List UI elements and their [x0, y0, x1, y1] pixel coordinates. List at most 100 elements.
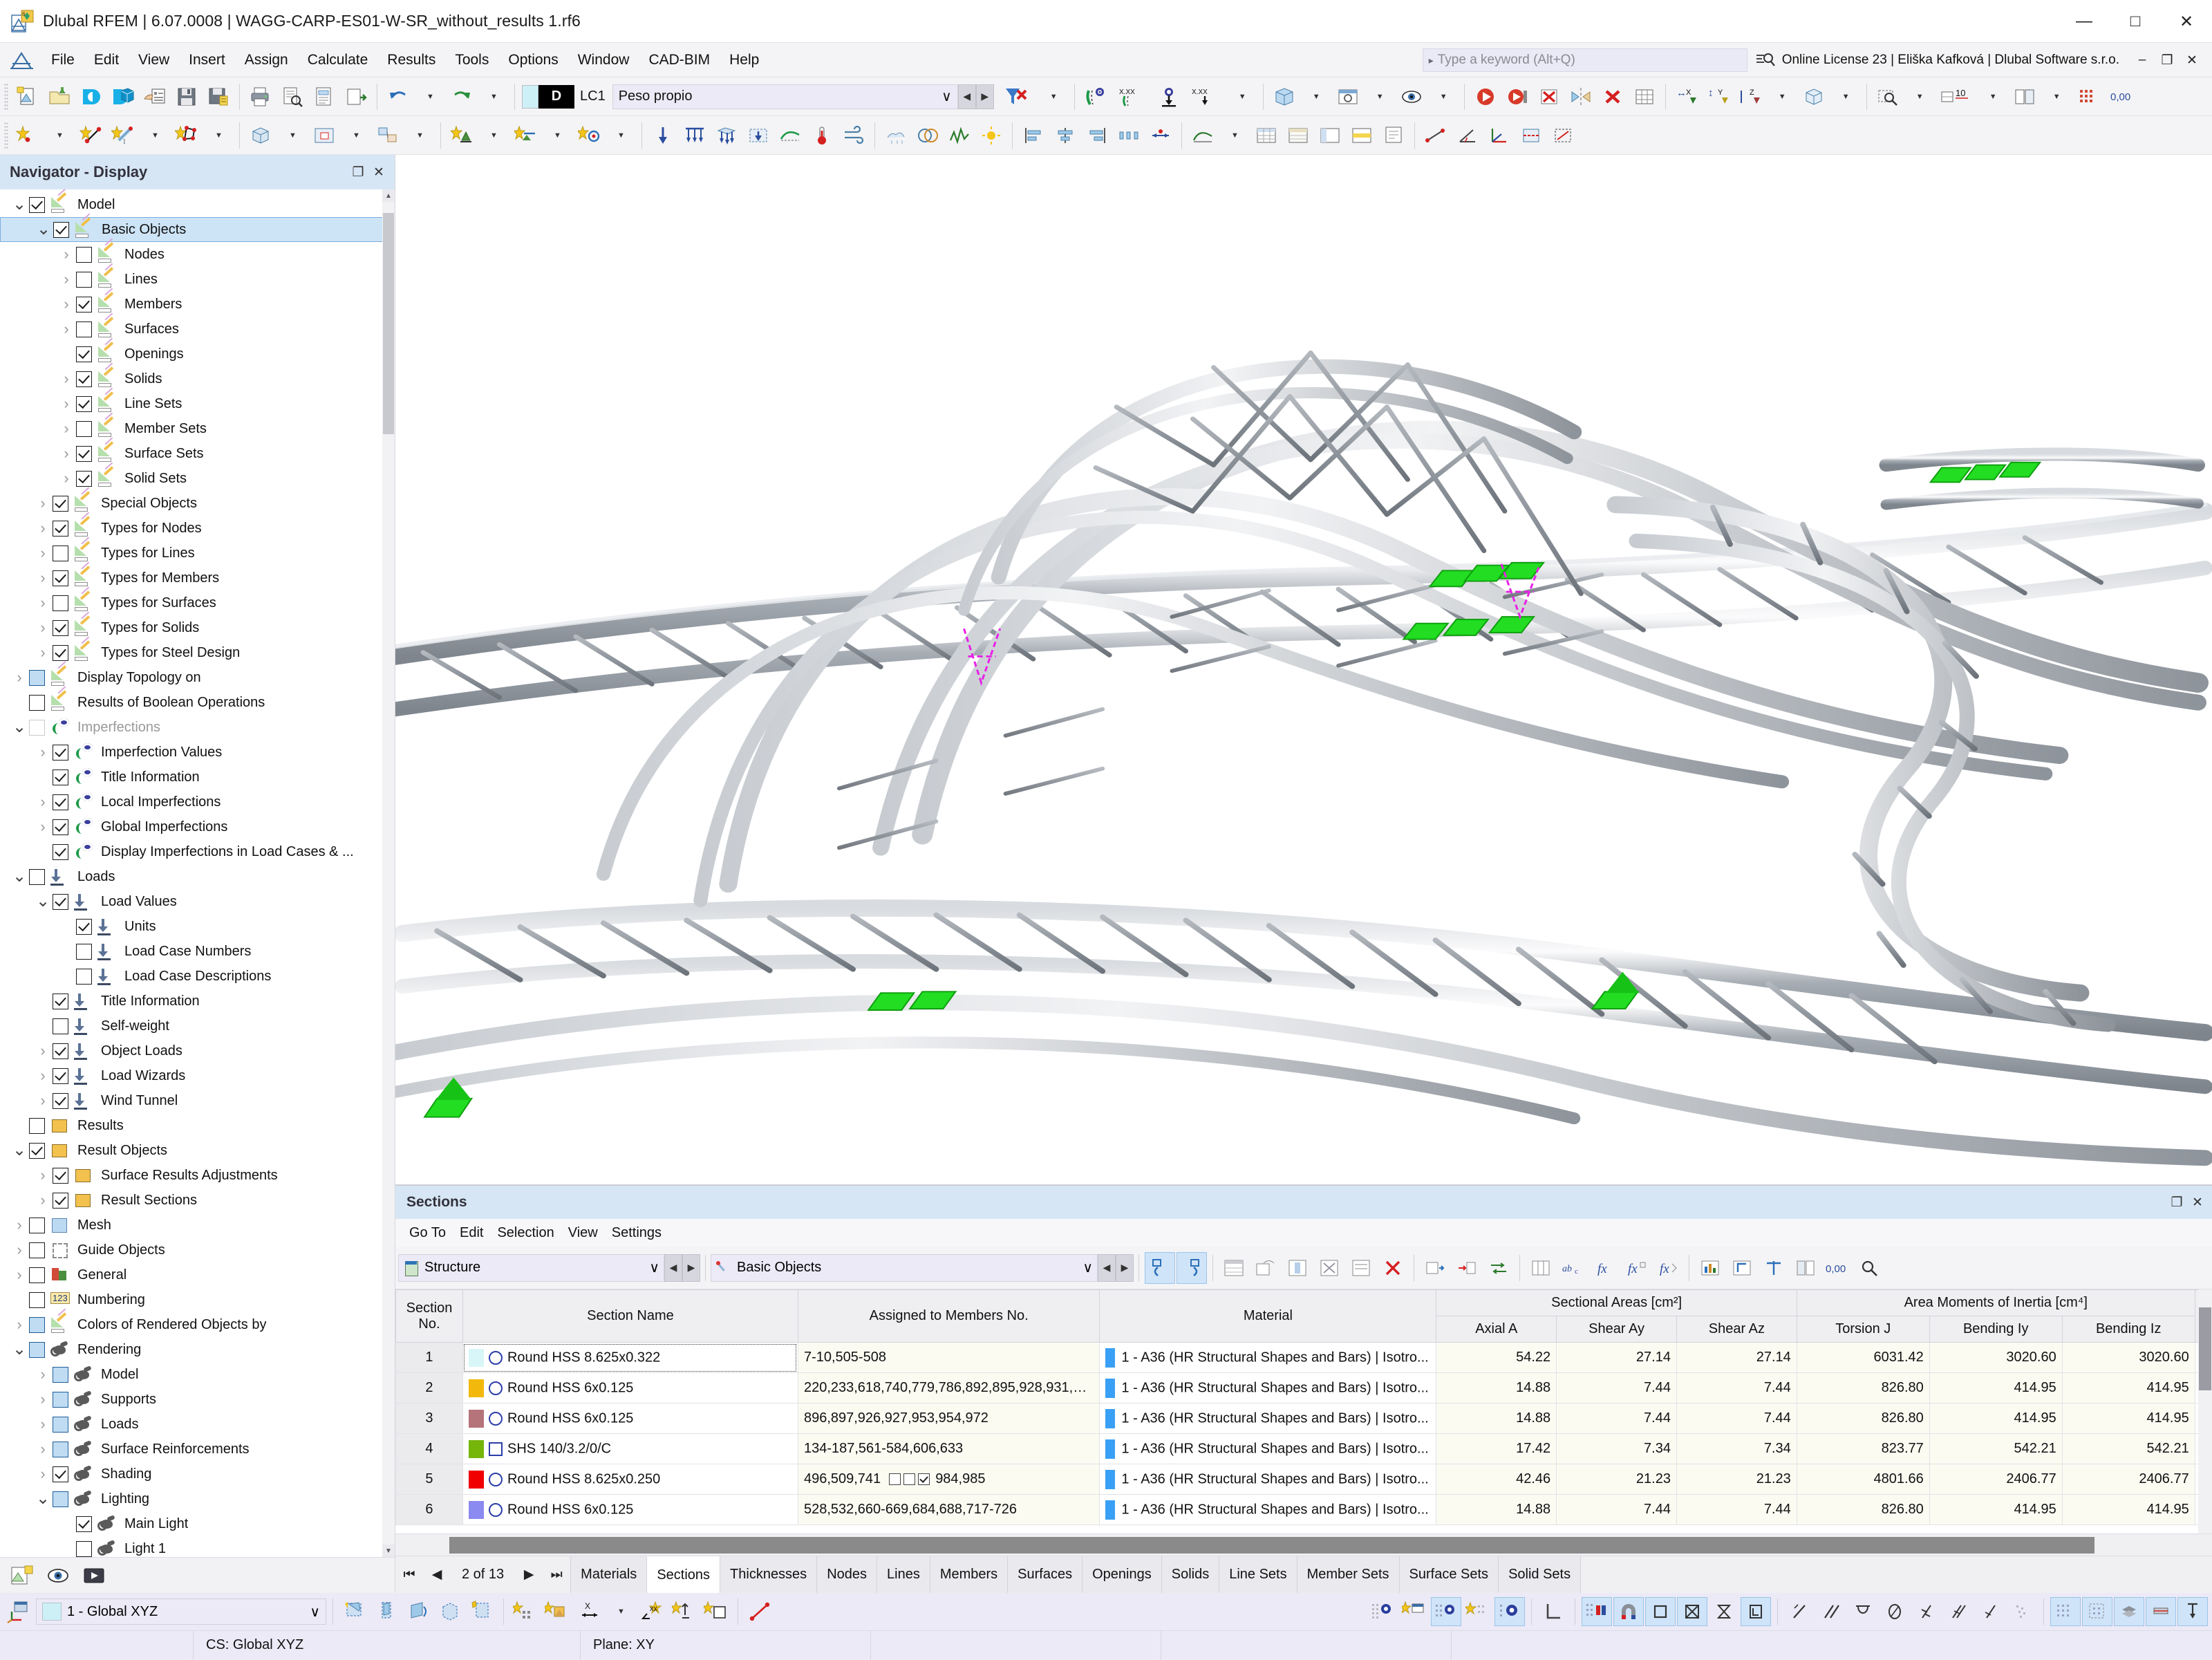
cell-shear-ay[interactable]: 7.44 — [1556, 1403, 1677, 1434]
tree-item-display-imperfections-in-load-cases[interactable]: Display Imperfections in Load Cases & ..… — [0, 839, 395, 864]
table-results-button[interactable] — [1251, 120, 1282, 151]
header-section-name[interactable]: Section Name — [462, 1289, 798, 1343]
tree-item-checkbox[interactable] — [53, 619, 68, 636]
tree-item-basic-objects[interactable]: ⌄ Basic Objects — [0, 217, 395, 242]
tree-item-result-sections[interactable]: › Result Sections — [0, 1188, 395, 1213]
dynamic-analysis-button[interactable] — [944, 120, 975, 151]
cell-torsion-j[interactable]: 826.80 — [1796, 1372, 1930, 1403]
decimal-places-button[interactable]: 0,00 — [2105, 81, 2145, 113]
cell-bending-iz[interactable]: 414.95 — [2061, 1403, 2195, 1434]
tree-item-shading[interactable]: › Shading — [0, 1462, 395, 1486]
tree-item-checkbox[interactable] — [53, 819, 68, 835]
direction-snap-button[interactable] — [744, 1597, 775, 1626]
snap-object-center-button[interactable] — [1494, 1597, 1525, 1626]
chevron-right-icon[interactable]: › — [33, 1415, 53, 1433]
cell-material[interactable]: 1 - A36 (HR Structural Shapes and Bars) … — [1099, 1403, 1437, 1434]
tab-member-sets[interactable]: Member Sets — [1296, 1556, 1399, 1593]
table-row[interactable]: 6 Round HSS 6x0.125 528,532,660-669,684,68… — [395, 1494, 2212, 1525]
table-results-2-button[interactable] — [1283, 120, 1313, 151]
visibility-dropdown[interactable]: ▼ — [1428, 81, 1459, 113]
new-solid-dropdown[interactable]: ▼ — [277, 120, 308, 151]
work-plane-custom-button[interactable] — [467, 1597, 497, 1626]
tree-item-checkbox[interactable] — [76, 445, 92, 462]
table-insert-row-button[interactable] — [1282, 1252, 1313, 1284]
close-button[interactable]: ✕ — [2161, 0, 2212, 43]
tree-item-checkbox[interactable] — [29, 1267, 45, 1283]
tree-item-checkbox[interactable] — [76, 943, 92, 960]
chevron-right-icon[interactable]: › — [10, 669, 29, 687]
structure-prev-button[interactable]: ◀ — [664, 1253, 682, 1282]
navigator-views-tab[interactable] — [79, 1562, 109, 1589]
cell-axial-a[interactable]: 14.88 — [1436, 1494, 1557, 1525]
circle-guide-button[interactable] — [1880, 1597, 1910, 1626]
cell-axial-a[interactable]: 17.42 — [1436, 1433, 1557, 1464]
coordinate-system-button[interactable] — [1484, 120, 1515, 151]
value-label-button-1[interactable]: X.XX — [1112, 81, 1152, 113]
chevron-right-icon[interactable]: › — [33, 818, 53, 836]
sections-menu-goto[interactable]: Go To — [402, 1223, 453, 1243]
tree-item-members[interactable]: › Members — [0, 292, 395, 317]
tree-item-load-values[interactable]: ⌄ Load Values — [0, 889, 395, 914]
tab-members[interactable]: Members — [929, 1556, 1008, 1593]
new-line-support-button[interactable] — [510, 120, 541, 151]
header-bending-iz[interactable]: Bending Iz — [2061, 1316, 2195, 1343]
tree-item-checkbox[interactable] — [29, 868, 45, 885]
load-case-prev-button[interactable]: ◀ — [957, 84, 976, 109]
tree-item-checkbox[interactable] — [53, 1416, 68, 1433]
cell-section-name[interactable]: Round HSS 6x0.125 — [462, 1403, 798, 1434]
object-snap-button[interactable] — [542, 1597, 572, 1626]
tree-item-types-for-solids[interactable]: › Types for Solids — [0, 615, 395, 640]
tree-item-checkbox[interactable] — [53, 1067, 68, 1084]
tree-item-checkbox[interactable] — [53, 545, 68, 561]
calculate-button[interactable] — [1470, 81, 1501, 113]
table-row[interactable]: 3 Round HSS 6x0.125 896,897,926,927,953,95… — [395, 1403, 2212, 1434]
chevron-right-icon[interactable]: › — [33, 1166, 53, 1184]
cell-torsion-j[interactable]: 826.80 — [1796, 1403, 1930, 1434]
tree-item-imperfections[interactable]: ⌄ Imperfections — [0, 715, 395, 740]
new-surface-button[interactable] — [171, 120, 202, 151]
new-model-button[interactable] — [12, 81, 43, 113]
chevron-right-icon[interactable]: › — [33, 544, 53, 562]
align-left-button[interactable] — [1018, 120, 1049, 151]
menu-window[interactable]: Window — [568, 48, 639, 73]
tree-item-checkbox[interactable] — [29, 1291, 45, 1308]
cell-bending-iy[interactable]: 2406.77 — [1929, 1464, 2063, 1495]
tree-item-checkbox[interactable] — [53, 893, 68, 910]
grid-toggle-button[interactable] — [2073, 81, 2103, 113]
show-result-values-button[interactable] — [1080, 81, 1111, 113]
chevron-right-icon[interactable]: › — [10, 1216, 29, 1234]
tree-item-special-objects[interactable]: › Special Objects — [0, 491, 395, 516]
tree-item-light-1[interactable]: Light 1 — [0, 1536, 395, 1557]
snap-settings-button[interactable] — [1399, 1597, 1430, 1626]
new-set-dropdown[interactable]: ▼ — [404, 120, 435, 151]
tree-item-results-of-boolean-operations[interactable]: Results of Boolean Operations — [0, 690, 395, 715]
undo-button[interactable] — [383, 81, 413, 113]
tab-surfaces[interactable]: Surfaces — [1007, 1556, 1082, 1593]
chevron-right-icon[interactable]: › — [10, 1316, 29, 1334]
snap-free-button[interactable] — [1463, 1597, 1493, 1626]
imposed-deformation-button[interactable] — [775, 120, 805, 151]
grid-results-button[interactable] — [1629, 81, 1660, 113]
tree-item-types-for-members[interactable]: › Types for Members — [0, 566, 395, 590]
sections-pin-button[interactable]: ❐ — [2166, 1192, 2187, 1213]
tree-item-checkbox[interactable] — [53, 1192, 68, 1209]
result-diagram-button[interactable] — [1188, 120, 1218, 151]
tree-item-general[interactable]: › General — [0, 1262, 395, 1287]
header-section-no[interactable]: Section No. — [395, 1289, 463, 1343]
tree-item-checkbox[interactable] — [53, 1167, 68, 1184]
cell-shear-az[interactable]: 7.44 — [1676, 1372, 1797, 1403]
doc-close-button[interactable]: ✕ — [2180, 48, 2204, 72]
tree-item-units[interactable]: Units — [0, 914, 395, 939]
assigned-members-checkbox[interactable] — [918, 1473, 930, 1486]
navigator-model-tab[interactable] — [7, 1562, 37, 1589]
header-shear-az[interactable]: Shear Az — [1676, 1316, 1797, 1343]
chevron-down-icon[interactable]: ⌄ — [33, 893, 53, 910]
view-cube-dropdown[interactable]: ▼ — [1830, 81, 1861, 113]
tree-item-rendering[interactable]: ⌄ Rendering — [0, 1337, 395, 1362]
tree-item-solids[interactable]: › Solids — [0, 366, 395, 391]
display-tree[interactable]: ⌄ Model ⌄ Basic Objects › Nodes › Lines › Members… — [0, 189, 395, 1557]
chevron-down-icon[interactable]: ⌄ — [10, 1341, 29, 1358]
export-button[interactable] — [341, 81, 371, 113]
table-function-2-button[interactable]: fx — [1621, 1252, 1651, 1284]
tree-scroll-down[interactable]: ▼ — [382, 1545, 395, 1557]
